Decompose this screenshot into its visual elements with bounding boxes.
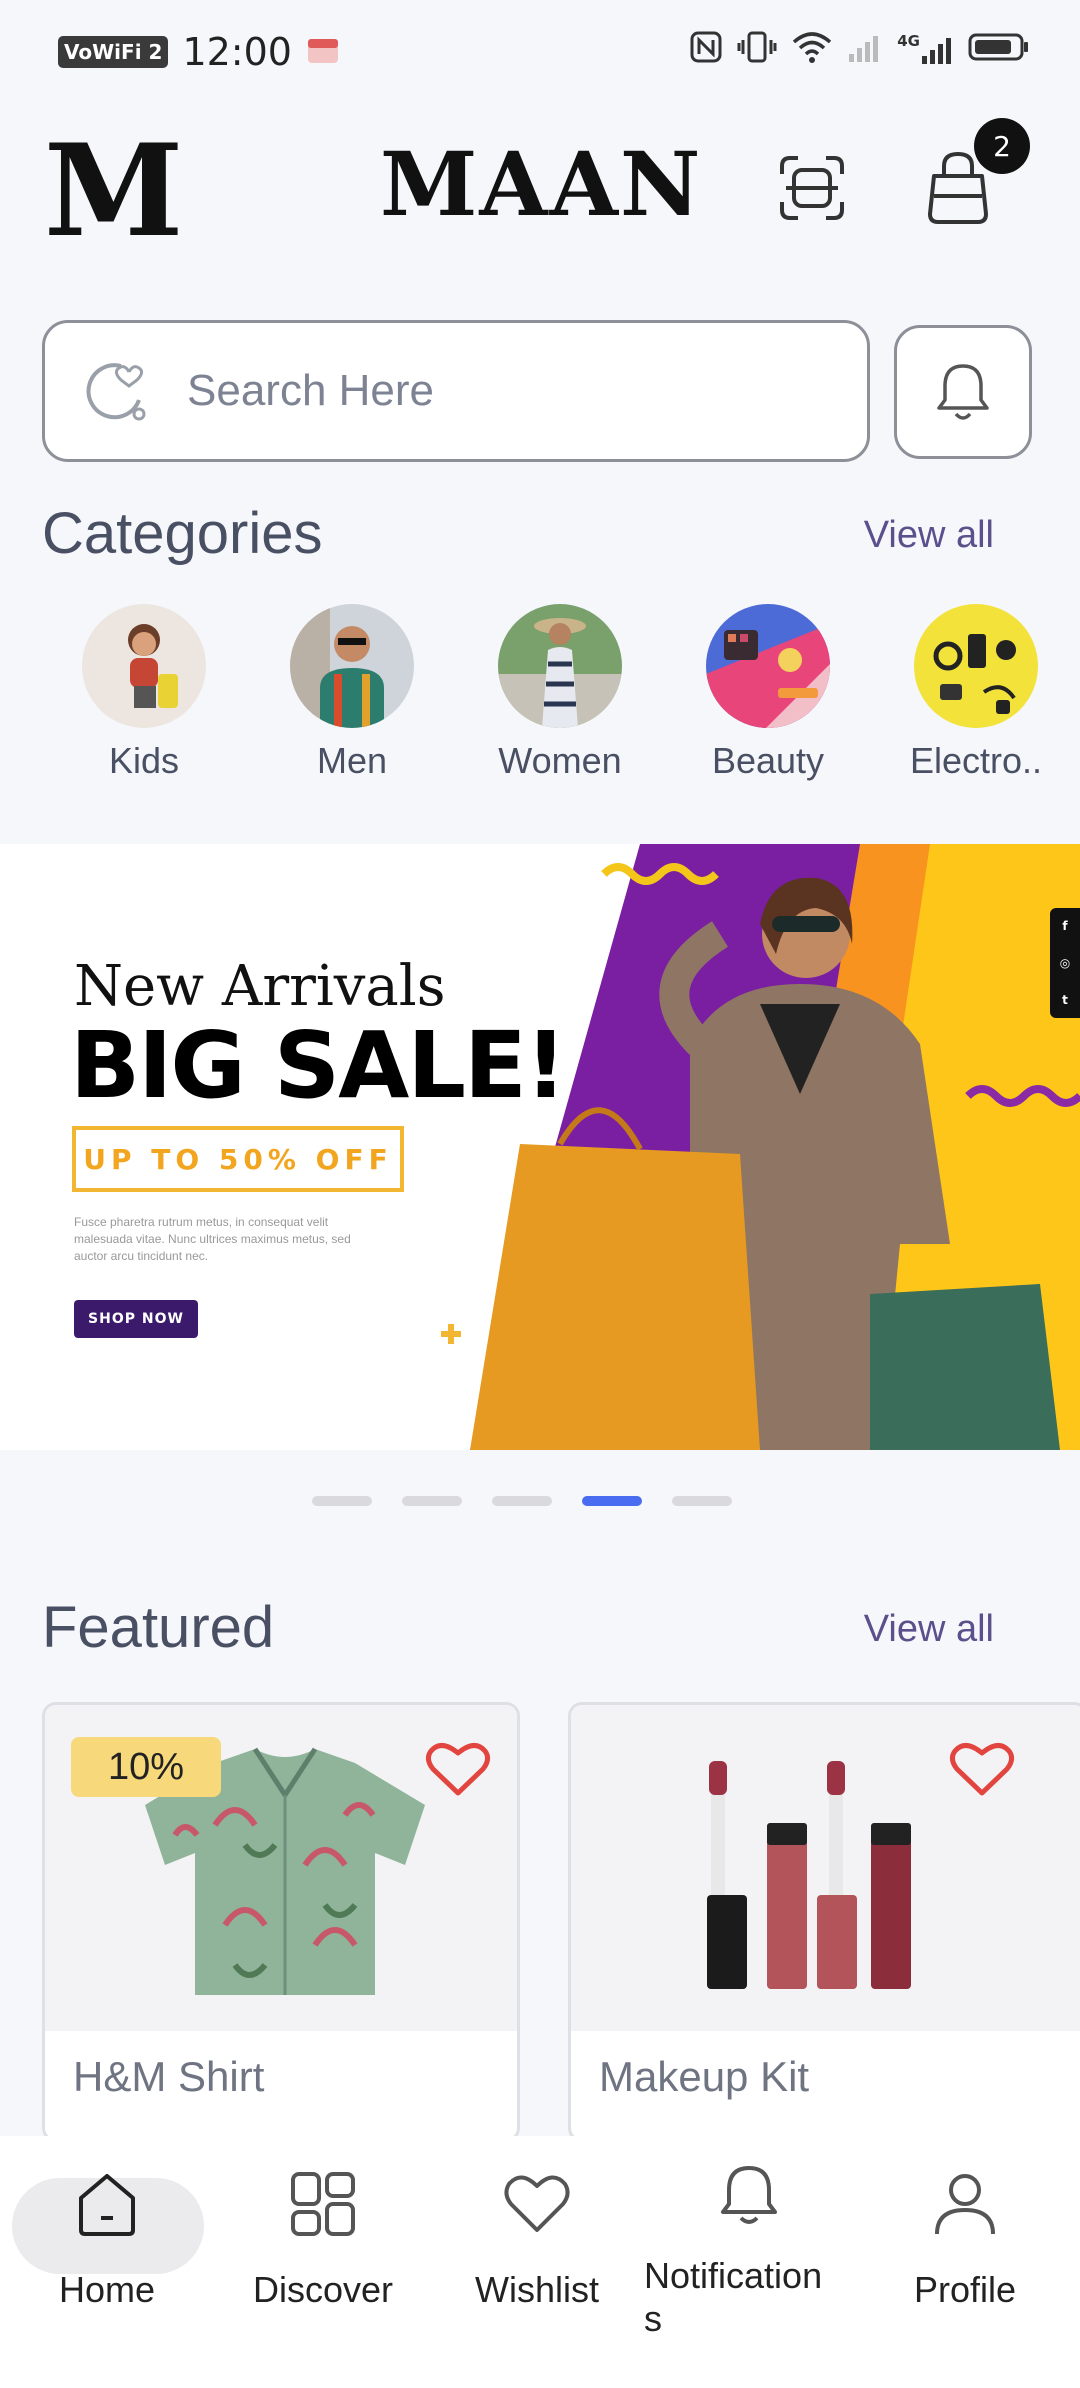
logo-mark[interactable]: M (44, 128, 183, 254)
banner-offer: UP TO 50% OFF (72, 1126, 404, 1192)
vibrate-icon (737, 30, 777, 68)
carousel-dot[interactable] (402, 1496, 462, 1506)
product-name: Makeup Kit (599, 2053, 810, 2100)
nav-discover[interactable]: Discover (218, 2164, 428, 2311)
category-label: Beauty (711, 740, 825, 781)
instagram-icon[interactable]: ◎ (1060, 956, 1070, 970)
banner-title: BIG SALE! (70, 1012, 567, 1119)
product-card[interactable]: 10% H&M Shirt (42, 1702, 520, 2142)
categories-title: Categories (42, 501, 323, 566)
nav-label: Profile (913, 2269, 1017, 2310)
search-icon (86, 363, 146, 421)
category-beauty[interactable]: Beauty (664, 604, 872, 782)
brand-name: MAAN (380, 132, 703, 236)
nfc-icon (689, 30, 723, 68)
category-men[interactable]: Men (248, 604, 456, 782)
signal-weak-icon (847, 30, 883, 68)
wifi-icon (791, 30, 833, 68)
category-label: Kids (108, 740, 180, 781)
home-icon (67, 2164, 147, 2244)
scan-icon (780, 156, 844, 220)
status-bar: VoWiFi 2 12:00 4G (0, 0, 1080, 100)
category-list: Kids Men Women Beauty Electro.. (40, 604, 1080, 782)
featured-title: Featured (42, 1595, 275, 1660)
carousel-dot[interactable] (672, 1496, 732, 1506)
kids-image (82, 604, 206, 728)
categories-view-all-link[interactable]: View all (864, 514, 994, 557)
featured-view-all-link[interactable]: View all (864, 1608, 994, 1651)
vowifi-badge: VoWiFi 2 (58, 36, 169, 68)
bottom-navigation: Home Discover Wishlist Notification s Pr… (0, 2136, 1080, 2388)
wishlist-heart-icon[interactable] (425, 1739, 491, 1799)
beauty-image (706, 604, 830, 728)
category-label: Electro.. (909, 740, 1043, 781)
facebook-icon[interactable]: f (1062, 919, 1067, 933)
category-electronics[interactable]: Electro.. (872, 604, 1080, 782)
battery-icon (968, 30, 1030, 68)
clock: 12:00 (182, 30, 292, 74)
nav-label: Notification s (644, 2255, 823, 2340)
men-image (290, 604, 414, 728)
nav-label: Home (58, 2269, 156, 2310)
carousel-indicator (312, 1496, 732, 1506)
notification-app-icon (306, 35, 340, 69)
search-input[interactable]: Search Here (187, 366, 434, 416)
search-bar[interactable]: Search Here (42, 320, 870, 462)
women-image (498, 604, 622, 728)
category-kids[interactable]: Kids (40, 604, 248, 782)
discount-badge: 10% (71, 1737, 221, 1797)
signal-4g-icon: 4G (897, 32, 954, 66)
banner-body: Fusce pharetra rutrum metus, in consequa… (74, 1215, 351, 1263)
nav-label: Discover (252, 2269, 394, 2310)
grid-icon (283, 2164, 363, 2244)
cart-count-badge: 2 (974, 118, 1030, 174)
category-women[interactable]: Women (456, 604, 664, 782)
category-label: Men (316, 740, 388, 781)
user-icon (925, 2164, 1005, 2244)
bell-icon (937, 364, 989, 420)
wishlist-heart-icon[interactable] (949, 1739, 1015, 1799)
carousel-dot-active[interactable] (582, 1496, 642, 1506)
nav-notifications[interactable]: Notification s (644, 2156, 854, 2340)
heart-icon (497, 2164, 577, 2244)
banner-subtitle: New Arrivals (74, 954, 446, 1019)
nav-home[interactable]: Home (2, 2164, 212, 2311)
electronics-image (914, 604, 1038, 728)
nav-profile[interactable]: Profile (860, 2164, 1070, 2311)
scan-button[interactable] (776, 152, 848, 224)
bell-icon (709, 2156, 789, 2236)
product-name: H&M Shirt (73, 2053, 265, 2100)
category-label: Women (498, 740, 622, 781)
promo-banner[interactable]: New Arrivals BIG SALE! UP TO 50% OFF Fus… (0, 844, 1080, 1450)
notifications-button[interactable] (894, 325, 1032, 459)
twitter-icon[interactable]: t (1062, 993, 1068, 1007)
social-links: f ◎ t (1050, 908, 1080, 1018)
nav-label: Wishlist (475, 2269, 599, 2310)
carousel-dot[interactable] (492, 1496, 552, 1506)
product-card[interactable]: Makeup Kit (568, 1702, 1080, 2142)
nav-wishlist[interactable]: Wishlist (432, 2164, 642, 2311)
shop-now-button[interactable]: SHOP NOW (74, 1300, 198, 1338)
carousel-dot[interactable] (312, 1496, 372, 1506)
